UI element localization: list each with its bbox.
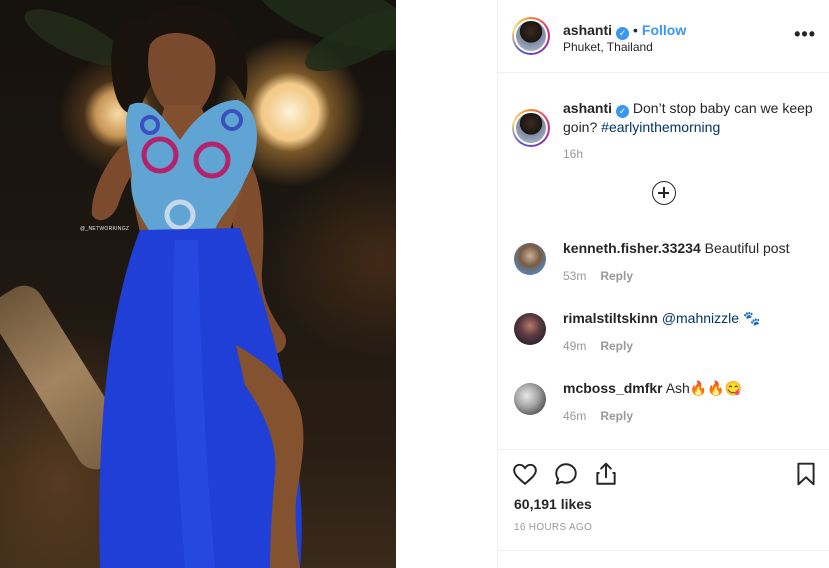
photo-watermark: @_NETWORKINGZ [80, 226, 130, 232]
comment-username[interactable]: mcboss_dmfkr [563, 380, 663, 396]
comment-age[interactable]: 53m [563, 269, 586, 283]
post-actions: 60,191 likes 16 HOURS AGO [498, 449, 829, 568]
post-timestamp[interactable]: 16 HOURS AGO [514, 522, 592, 533]
likes-count[interactable]: 60,191 likes [514, 496, 592, 512]
caption-username[interactable]: ashanti [563, 100, 612, 116]
comment-meta: 46m Reply [563, 409, 633, 423]
comment-username[interactable]: rimalstiltskinn [563, 310, 658, 326]
avatar-border [514, 111, 548, 145]
paw-prints-icon: 🐾 [742, 310, 761, 326]
caption-avatar[interactable] [512, 109, 550, 147]
reply-button[interactable]: Reply [600, 409, 633, 423]
separator-dot: • [633, 22, 638, 38]
author-line: ashanti ✓ • Follow [563, 22, 686, 40]
load-more-comments-icon[interactable] [652, 181, 676, 205]
follow-button[interactable]: Follow [642, 22, 686, 38]
comment-text: rimalstiltskinn @mahnizzle 🐾 [563, 309, 813, 327]
post-location[interactable]: Phuket, Thailand [563, 40, 653, 54]
comment-meta: 49m Reply [563, 339, 633, 353]
heart-icon[interactable] [512, 461, 538, 487]
share-icon[interactable] [593, 461, 619, 487]
post-sidebar: ashanti ✓ • Follow Phuket, Thailand ••• ash… [497, 0, 829, 568]
caption-row: ashanti ✓ Don’t stop baby can we keep goi… [512, 99, 819, 161]
reply-button[interactable]: Reply [600, 339, 633, 353]
comment-body: Beautiful post [704, 240, 790, 256]
post-photo[interactable]: @_NETWORKINGZ [0, 0, 497, 568]
reply-button[interactable]: Reply [600, 269, 633, 283]
avatar-border [514, 19, 548, 53]
caption-age[interactable]: 16h [563, 147, 583, 161]
more-options-icon[interactable]: ••• [794, 25, 816, 43]
post-header: ashanti ✓ • Follow Phuket, Thailand ••• [498, 0, 829, 73]
comment-mention[interactable]: @mahnizzle [662, 310, 739, 326]
author-avatar[interactable] [512, 17, 550, 55]
verified-badge-icon: ✓ [616, 27, 630, 40]
comment-meta: 53m Reply [563, 269, 633, 283]
bookmark-icon[interactable] [793, 461, 819, 487]
avatar-image [516, 113, 546, 143]
avatar-image [516, 21, 546, 51]
comment-username[interactable]: kenneth.fisher.33234 [563, 240, 701, 256]
commenter-avatar[interactable] [514, 243, 546, 275]
add-comment-bar[interactable] [498, 550, 829, 568]
comment-text: mcboss_dmfkr Ash🔥🔥😋 [563, 379, 813, 397]
commenter-avatar[interactable] [514, 313, 546, 345]
author-username[interactable]: ashanti [563, 22, 612, 38]
comment-age[interactable]: 49m [563, 339, 586, 353]
comment-row: kenneth.fisher.33234 Beautiful post 53m R… [514, 239, 819, 285]
comment-row: rimalstiltskinn @mahnizzle 🐾 49m Reply [514, 309, 819, 355]
comments-section: ashanti ✓ Don’t stop baby can we keep goi… [498, 73, 829, 450]
commenter-avatar[interactable] [514, 383, 546, 415]
lantern-light [260, 82, 320, 142]
verified-badge-icon: ✓ [616, 105, 630, 118]
comment-body: Ash🔥🔥😋 [665, 380, 743, 396]
comment-age[interactable]: 46m [563, 409, 586, 423]
comment-row: mcboss_dmfkr Ash🔥🔥😋 46m Reply [514, 379, 819, 425]
comment-text: kenneth.fisher.33234 Beautiful post [563, 239, 813, 257]
caption-hashtag[interactable]: #earlyinthemorning [601, 119, 720, 135]
photo-letterbox [396, 0, 497, 568]
comment-icon[interactable] [553, 461, 579, 487]
caption-text: ashanti ✓ Don’t stop baby can we keep goi… [563, 99, 813, 136]
